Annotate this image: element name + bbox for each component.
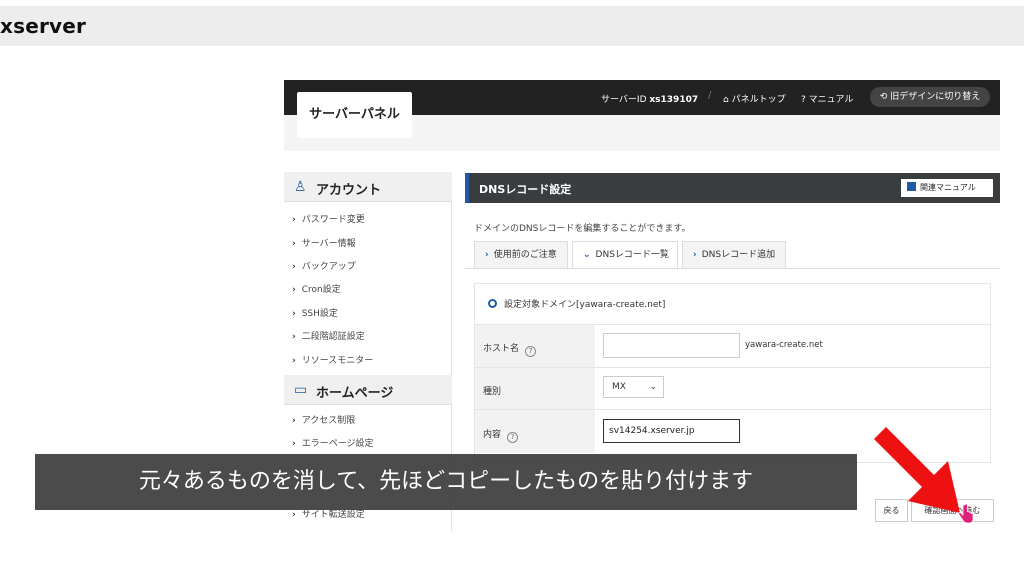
server-id: サーバーID xs139107 [601, 92, 698, 105]
tab-dns-list[interactable]: ⌄ DNSレコード一覧 [572, 241, 678, 269]
sidebar-item-label: パスワード変更 [301, 215, 365, 225]
host-domain-suffix: yawara-create.net [745, 340, 823, 350]
chevron-right-icon: › [693, 250, 697, 260]
sidebar-item-label: リソースモニター [301, 356, 374, 366]
manual-label: マニュアル [808, 95, 854, 105]
panel-top-label: パネルトップ [731, 95, 786, 105]
target-domain-label: 設定対象ドメイン[yawara-create.net] [504, 300, 666, 310]
tab-dns-add[interactable]: › DNSレコード追加 [682, 241, 786, 268]
sidebar-item-label: エラーページ設定 [301, 439, 374, 449]
tab-notice[interactable]: › 使用前のご注意 [474, 241, 568, 268]
row-divider [595, 409, 991, 410]
page-description: ドメインのDNSレコードを編集することができます。 [474, 224, 691, 234]
sidebar-item-ssh[interactable]: › SSH設定 [292, 306, 338, 319]
title-accent [465, 173, 469, 203]
sidebar-heading-homepage: ▭ ホームページ [284, 375, 452, 405]
sidebar-item-resource-monitor[interactable]: › リソースモニター [292, 353, 373, 366]
sidebar-item-cron[interactable]: › Cron設定 [292, 282, 341, 295]
help-icon[interactable]: ? [507, 432, 519, 443]
sidebar-item-label: バックアップ [301, 262, 356, 272]
host-label: ホスト名 [483, 344, 520, 354]
type-label: 種別 [483, 387, 502, 397]
sidebar-item-password[interactable]: › パスワード変更 [292, 212, 365, 225]
home-icon: ⌂ [723, 95, 729, 105]
chevron-down-icon: ⌄ [649, 382, 657, 392]
related-manual-label: 関連マニュアル [920, 183, 976, 192]
tab-label: DNSレコード一覧 [595, 250, 669, 260]
sidebar-item-backup[interactable]: › バックアップ [292, 259, 356, 272]
radio-icon [488, 299, 497, 308]
row-divider [595, 367, 991, 368]
tab-label: DNSレコード追加 [701, 250, 776, 260]
sidebar-item-label: アクセス制限 [301, 416, 356, 426]
content-label: 内容 [483, 430, 502, 440]
header-separator: / [708, 90, 712, 101]
old-design-button[interactable]: ⟲ 旧デザインに切り替え [870, 87, 990, 107]
manual-link[interactable]: ? マニュアル [801, 92, 853, 105]
sidebar-item-label: サーバー情報 [301, 239, 356, 249]
server-id-value: xs139107 [649, 95, 699, 105]
video-caption: 元々あるものを消して、先ほどコピーしたものを貼り付けます [35, 454, 857, 510]
content-row-label: 内容? [475, 409, 595, 453]
sidebar-item-error-page[interactable]: › エラーページ設定 [292, 436, 374, 449]
host-row-label: ホスト名? [475, 324, 595, 367]
user-icon: ♙ [294, 179, 307, 195]
video-top-bar [0, 6, 1024, 46]
red-arrow-icon [874, 427, 960, 513]
target-domain: 設定対象ドメイン[yawara-create.net] [488, 297, 665, 310]
server-panel-logo[interactable]: サーバーパネル [297, 92, 412, 138]
type-select[interactable]: MX ⌄ [603, 376, 664, 398]
content-input[interactable] [603, 419, 740, 443]
chevron-down-icon: ⌄ [583, 250, 591, 260]
sidebar-item-label: SSH設定 [301, 309, 338, 319]
sidebar-heading-label: ホームページ [316, 386, 394, 401]
sidebar-item-server-info[interactable]: › サーバー情報 [292, 236, 356, 249]
row-divider [595, 324, 991, 325]
sidebar-item-label: サイト転送設定 [301, 510, 365, 520]
related-manual-button[interactable]: 関連マニュアル [901, 179, 993, 197]
sidebar-item-label: 二段階認証設定 [301, 332, 365, 342]
brand-logo: xserver [0, 14, 87, 38]
host-input[interactable] [603, 333, 740, 358]
type-row-label: 種別 [475, 367, 595, 409]
book-icon [907, 182, 916, 191]
sidebar-item-access-limit[interactable]: › アクセス制限 [292, 413, 355, 426]
server-id-label: サーバーID [601, 95, 647, 105]
sidebar-item-2fa[interactable]: › 二段階認証設定 [292, 329, 365, 342]
pointer-cursor-icon [958, 504, 974, 524]
chevron-right-icon: › [485, 250, 489, 260]
help-icon[interactable]: ? [525, 346, 537, 357]
switch-icon: ⟲ [879, 92, 888, 102]
page-title: DNSレコード設定 [479, 183, 572, 196]
sidebar-heading-account: ♙ アカウント [284, 172, 452, 202]
sidebar-item-label: Cron設定 [301, 285, 341, 295]
window-icon: ▭ [294, 382, 308, 398]
help-icon: ? [801, 95, 806, 105]
sidebar-heading-label: アカウント [316, 183, 382, 198]
tab-underline [465, 268, 1000, 269]
tab-label: 使用前のご注意 [493, 250, 557, 260]
old-design-label: 旧デザインに切り替え [890, 92, 981, 102]
type-select-value: MX [612, 382, 626, 392]
panel-top-link[interactable]: ⌂ パネルトップ [723, 92, 786, 105]
